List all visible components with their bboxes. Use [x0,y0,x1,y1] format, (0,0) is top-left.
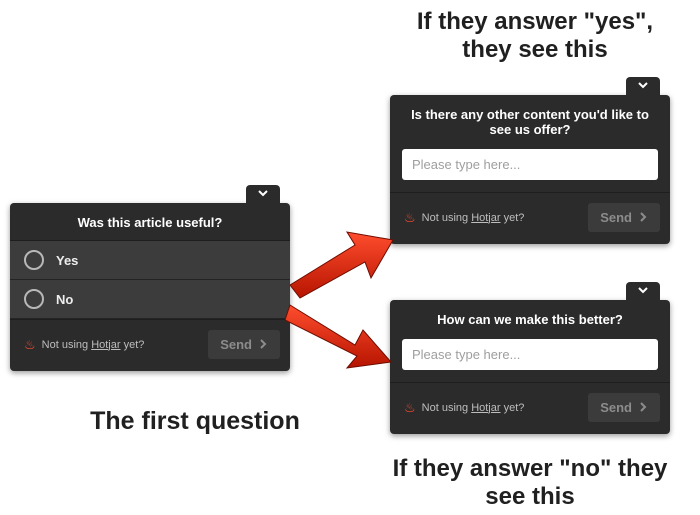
promo-link[interactable]: ♨ Not using Hotjar yet? [24,338,144,351]
send-button[interactable]: Send [588,203,660,232]
collapse-tab[interactable] [626,282,660,300]
poll-title: Is there any other content you'd like to… [390,95,670,147]
promo-link[interactable]: ♨ Not using Hotjar yet? [404,401,524,414]
chevron-down-icon [637,79,649,94]
option-label: Yes [56,253,78,268]
flame-icon: ♨ [404,401,416,414]
promo-link[interactable]: ♨ Not using Hotjar yet? [404,211,524,224]
poll-footer: ♨ Not using Hotjar yet? Send [390,382,670,434]
promo-brand: Hotjar [471,212,500,224]
option-yes[interactable]: Yes [10,241,290,280]
answer-input[interactable] [402,149,658,180]
collapse-tab[interactable] [626,77,660,95]
option-label: No [56,292,73,307]
poll-options: Yes No [10,240,290,319]
caption-first-question: The first question [55,407,335,436]
promo-prefix: Not using [422,212,472,224]
poll-footer: ♨ Not using Hotjar yet? Send [10,319,290,371]
flame-icon: ♨ [24,338,36,351]
caption-yes-branch: If they answer "yes", they see this [390,8,680,63]
promo-brand: Hotjar [91,339,120,351]
text-input-wrapper [402,149,658,180]
radio-icon [24,289,44,309]
text-input-wrapper [402,339,658,370]
promo-prefix: Not using [42,339,92,351]
chevron-right-icon [638,400,648,415]
chevron-down-icon [637,284,649,299]
promo-suffix: yet? [501,212,525,224]
answer-input[interactable] [402,339,658,370]
send-label: Send [220,337,252,352]
send-label: Send [600,400,632,415]
poll-title: Was this article useful? [10,203,290,240]
send-label: Send [600,210,632,225]
poll-no-followup: How can we make this better? ♨ Not using… [390,300,670,434]
arrow-no [285,290,395,380]
chevron-right-icon [638,210,648,225]
option-no[interactable]: No [10,280,290,319]
poll-yes-followup: Is there any other content you'd like to… [390,95,670,244]
chevron-down-icon [257,187,269,202]
arrow-yes [285,220,395,300]
send-button[interactable]: Send [588,393,660,422]
promo-suffix: yet? [121,339,145,351]
caption-no-branch: If they answer "no" they see this [380,455,680,510]
chevron-right-icon [258,337,268,352]
poll-title: How can we make this better? [390,300,670,337]
radio-icon [24,250,44,270]
promo-prefix: Not using [422,402,472,414]
poll-footer: ♨ Not using Hotjar yet? Send [390,192,670,244]
promo-suffix: yet? [501,402,525,414]
promo-brand: Hotjar [471,402,500,414]
send-button[interactable]: Send [208,330,280,359]
collapse-tab[interactable] [246,185,280,203]
flame-icon: ♨ [404,211,416,224]
poll-first-question: Was this article useful? Yes No ♨ Not us… [10,203,290,371]
